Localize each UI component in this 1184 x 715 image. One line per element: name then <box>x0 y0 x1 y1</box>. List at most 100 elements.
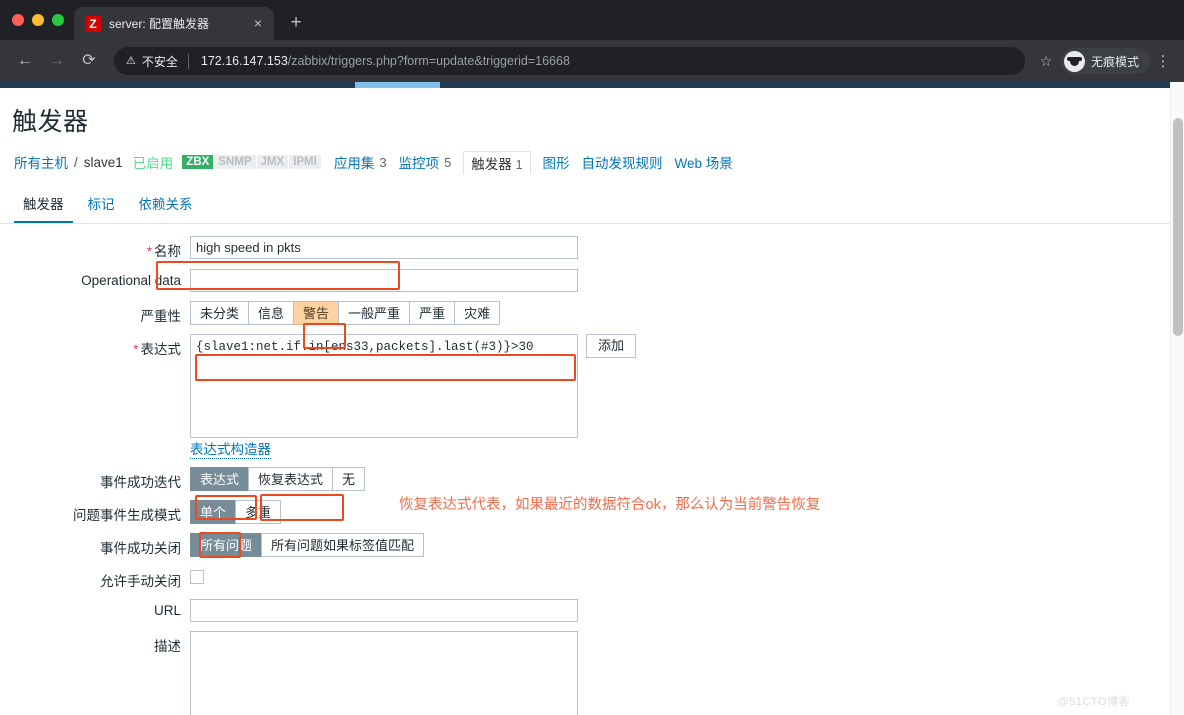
problem-event-multiple[interactable]: 多重 <box>235 500 282 524</box>
minimize-window-button[interactable] <box>32 14 44 26</box>
breadcrumb-items-count: 5 <box>444 154 452 170</box>
breadcrumb-triggers[interactable]: 触发器 1 <box>463 151 531 175</box>
severity-warning[interactable]: 警告 <box>293 301 339 325</box>
page-scrollbar[interactable] <box>1170 82 1184 715</box>
name-input[interactable] <box>190 236 578 259</box>
breadcrumb-all-hosts[interactable]: 所有主机 <box>14 152 68 172</box>
required-marker: * <box>133 342 139 357</box>
form-row-name: * 名称 <box>0 236 1170 260</box>
watermark: @51CTO博客 <box>1057 696 1130 708</box>
form-row-expression: * 表达式 {slave1:net.if.in[ens33,packets].la… <box>0 334 1170 438</box>
incognito-indicator[interactable]: 无痕模式 <box>1060 48 1150 74</box>
description-label: 描述 <box>154 639 181 654</box>
breadcrumb: 所有主机 / slave1 已启用 ZBX SNMP JMX IPMI 应用集 … <box>0 148 1170 184</box>
operational-data-label: Operational data <box>81 273 181 288</box>
form-row-expression-constructor: 表达式构造器 <box>0 442 1170 459</box>
ok-event-generation-group: 表达式 恢复表达式 无 <box>190 467 366 491</box>
add-expression-button[interactable]: 添加 <box>586 334 637 358</box>
description-textarea[interactable] <box>190 631 578 715</box>
severity-group: 未分类 信息 警告 一般严重 严重 灾难 <box>190 301 501 325</box>
ok-event-closes-label: 事件成功关闭 <box>100 541 181 556</box>
problem-event-generation-group: 单个 多重 <box>190 500 282 524</box>
breadcrumb-items[interactable]: 监控项 <box>399 152 440 172</box>
form-row-url: URL <box>0 599 1170 622</box>
maximize-window-button[interactable] <box>52 14 64 26</box>
page-viewport: 触发器 所有主机 / slave1 已启用 ZBX SNMP JMX IPMI … <box>0 82 1184 715</box>
breadcrumb-applications-count: 3 <box>379 154 387 170</box>
breadcrumb-web-scenarios[interactable]: Web 场景 <box>675 152 733 172</box>
top-bar-highlight <box>355 82 440 88</box>
problem-event-single[interactable]: 单个 <box>190 500 236 524</box>
page-title: 触发器 <box>12 108 89 136</box>
allow-manual-close-label: 允许手动关闭 <box>100 574 181 589</box>
browser-tab[interactable]: Z server: 配置触发器 × <box>74 7 274 40</box>
scrollbar-thumb[interactable] <box>1173 118 1183 336</box>
expression-label: * 表达式 <box>133 342 181 357</box>
new-tab-button[interactable]: + <box>282 9 310 37</box>
protocol-badge-jmx: JMX <box>256 155 289 169</box>
url-host: 172.16.147.153 <box>200 54 288 68</box>
form-row-allow-manual-close: 允许手动关闭 <box>0 566 1170 590</box>
browser-toolbar: ← → ⟳ ⚠ 不安全 172.16.147.153/zabbix/trigge… <box>0 40 1184 82</box>
tab-tags[interactable]: 标记 <box>79 186 124 223</box>
reload-icon[interactable]: ⟳ <box>74 46 104 76</box>
severity-high[interactable]: 严重 <box>409 301 455 325</box>
annotation-note: 恢复表达式代表，如果最近的数据符合ok，那么认为当前警告恢复 <box>399 497 821 513</box>
severity-not-classified[interactable]: 未分类 <box>190 301 249 325</box>
breadcrumb-triggers-count: 1 <box>515 158 523 172</box>
name-label: * 名称 <box>146 244 181 259</box>
tab-strip: Z server: 配置触发器 × + <box>0 0 1184 40</box>
severity-average[interactable]: 一般严重 <box>338 301 410 325</box>
breadcrumb-host[interactable]: slave1 <box>84 155 123 170</box>
breadcrumb-applications[interactable]: 应用集 <box>334 152 375 172</box>
form-row-operational-data: Operational data <box>0 269 1170 292</box>
required-marker: * <box>146 244 152 259</box>
form-tabs: 触发器 标记 依赖关系 <box>0 186 1170 224</box>
ok-event-generation-label: 事件成功迭代 <box>100 475 181 490</box>
not-secure-warning-icon: ⚠ <box>126 54 136 67</box>
breadcrumb-triggers-label: 触发器 <box>471 157 512 172</box>
security-status-label: 不安全 <box>141 54 178 69</box>
trigger-form: *名称 Operational data 严重性 未分类 <box>0 224 1170 715</box>
incognito-label: 无痕模式 <box>1090 54 1139 69</box>
allow-manual-close-checkbox[interactable] <box>190 570 204 584</box>
tab-dependencies[interactable]: 依赖关系 <box>130 186 202 223</box>
close-tab-icon[interactable]: × <box>250 15 266 32</box>
ok-event-recovery-expression[interactable]: 恢复表达式 <box>248 467 333 491</box>
protocol-badge-zbx: ZBX <box>182 155 214 169</box>
spacer-label <box>0 442 190 446</box>
host-status-badge[interactable]: 已启用 <box>133 152 174 172</box>
url-text: 172.16.147.153/zabbix/triggers.php?form=… <box>201 54 570 68</box>
ok-event-none[interactable]: 无 <box>332 467 366 491</box>
ok-event-closes-all[interactable]: 所有问题 <box>190 533 262 557</box>
browser-menu-icon[interactable]: ⋮ <box>1152 54 1174 69</box>
url-path: /zabbix/triggers.php?form=update&trigger… <box>287 54 570 68</box>
expression-textarea[interactable]: {slave1:net.if.in[ens33,packets].last(#3… <box>190 334 578 438</box>
breadcrumb-discovery-rules[interactable]: 自动发现规则 <box>582 152 663 172</box>
expression-constructor-link[interactable]: 表达式构造器 <box>190 442 271 459</box>
form-row-ok-event-generation: 事件成功迭代 表达式 恢复表达式 无 <box>0 467 1170 491</box>
ok-event-expression[interactable]: 表达式 <box>190 467 249 491</box>
ok-event-closes-tag-match[interactable]: 所有问题如果标签值匹配 <box>261 533 425 557</box>
breadcrumb-separator: / <box>74 154 78 170</box>
breadcrumb-graphs[interactable]: 图形 <box>543 152 570 172</box>
bookmark-star-icon[interactable]: ☆ <box>1033 53 1059 70</box>
ok-event-closes-group: 所有问题 所有问题如果标签值匹配 <box>190 533 425 557</box>
zabbix-favicon-icon: Z <box>85 15 101 32</box>
forward-icon[interactable]: → <box>42 46 72 76</box>
problem-event-generation-label: 问题事件生成模式 <box>73 508 181 523</box>
zabbix-top-bar <box>0 82 1170 88</box>
url-input[interactable] <box>190 599 578 622</box>
close-window-button[interactable] <box>12 14 24 26</box>
tab-trigger[interactable]: 触发器 <box>14 186 73 223</box>
address-bar[interactable]: ⚠ 不安全 172.16.147.153/zabbix/triggers.php… <box>114 47 1025 75</box>
back-icon[interactable]: ← <box>10 46 40 76</box>
severity-disaster[interactable]: 灾难 <box>454 301 501 325</box>
severity-information[interactable]: 信息 <box>248 301 294 325</box>
protocol-badges: ZBX SNMP JMX IPMI <box>182 155 322 169</box>
browser-window: Z server: 配置触发器 × + ← → ⟳ ⚠ 不安全 172.16.1… <box>0 0 1184 715</box>
form-row-severity: 严重性 未分类 信息 警告 一般严重 严重 灾难 <box>0 301 1170 325</box>
operational-data-input[interactable] <box>190 269 578 292</box>
form-row-description: 描述 <box>0 631 1170 715</box>
omnibox-divider <box>187 53 189 69</box>
